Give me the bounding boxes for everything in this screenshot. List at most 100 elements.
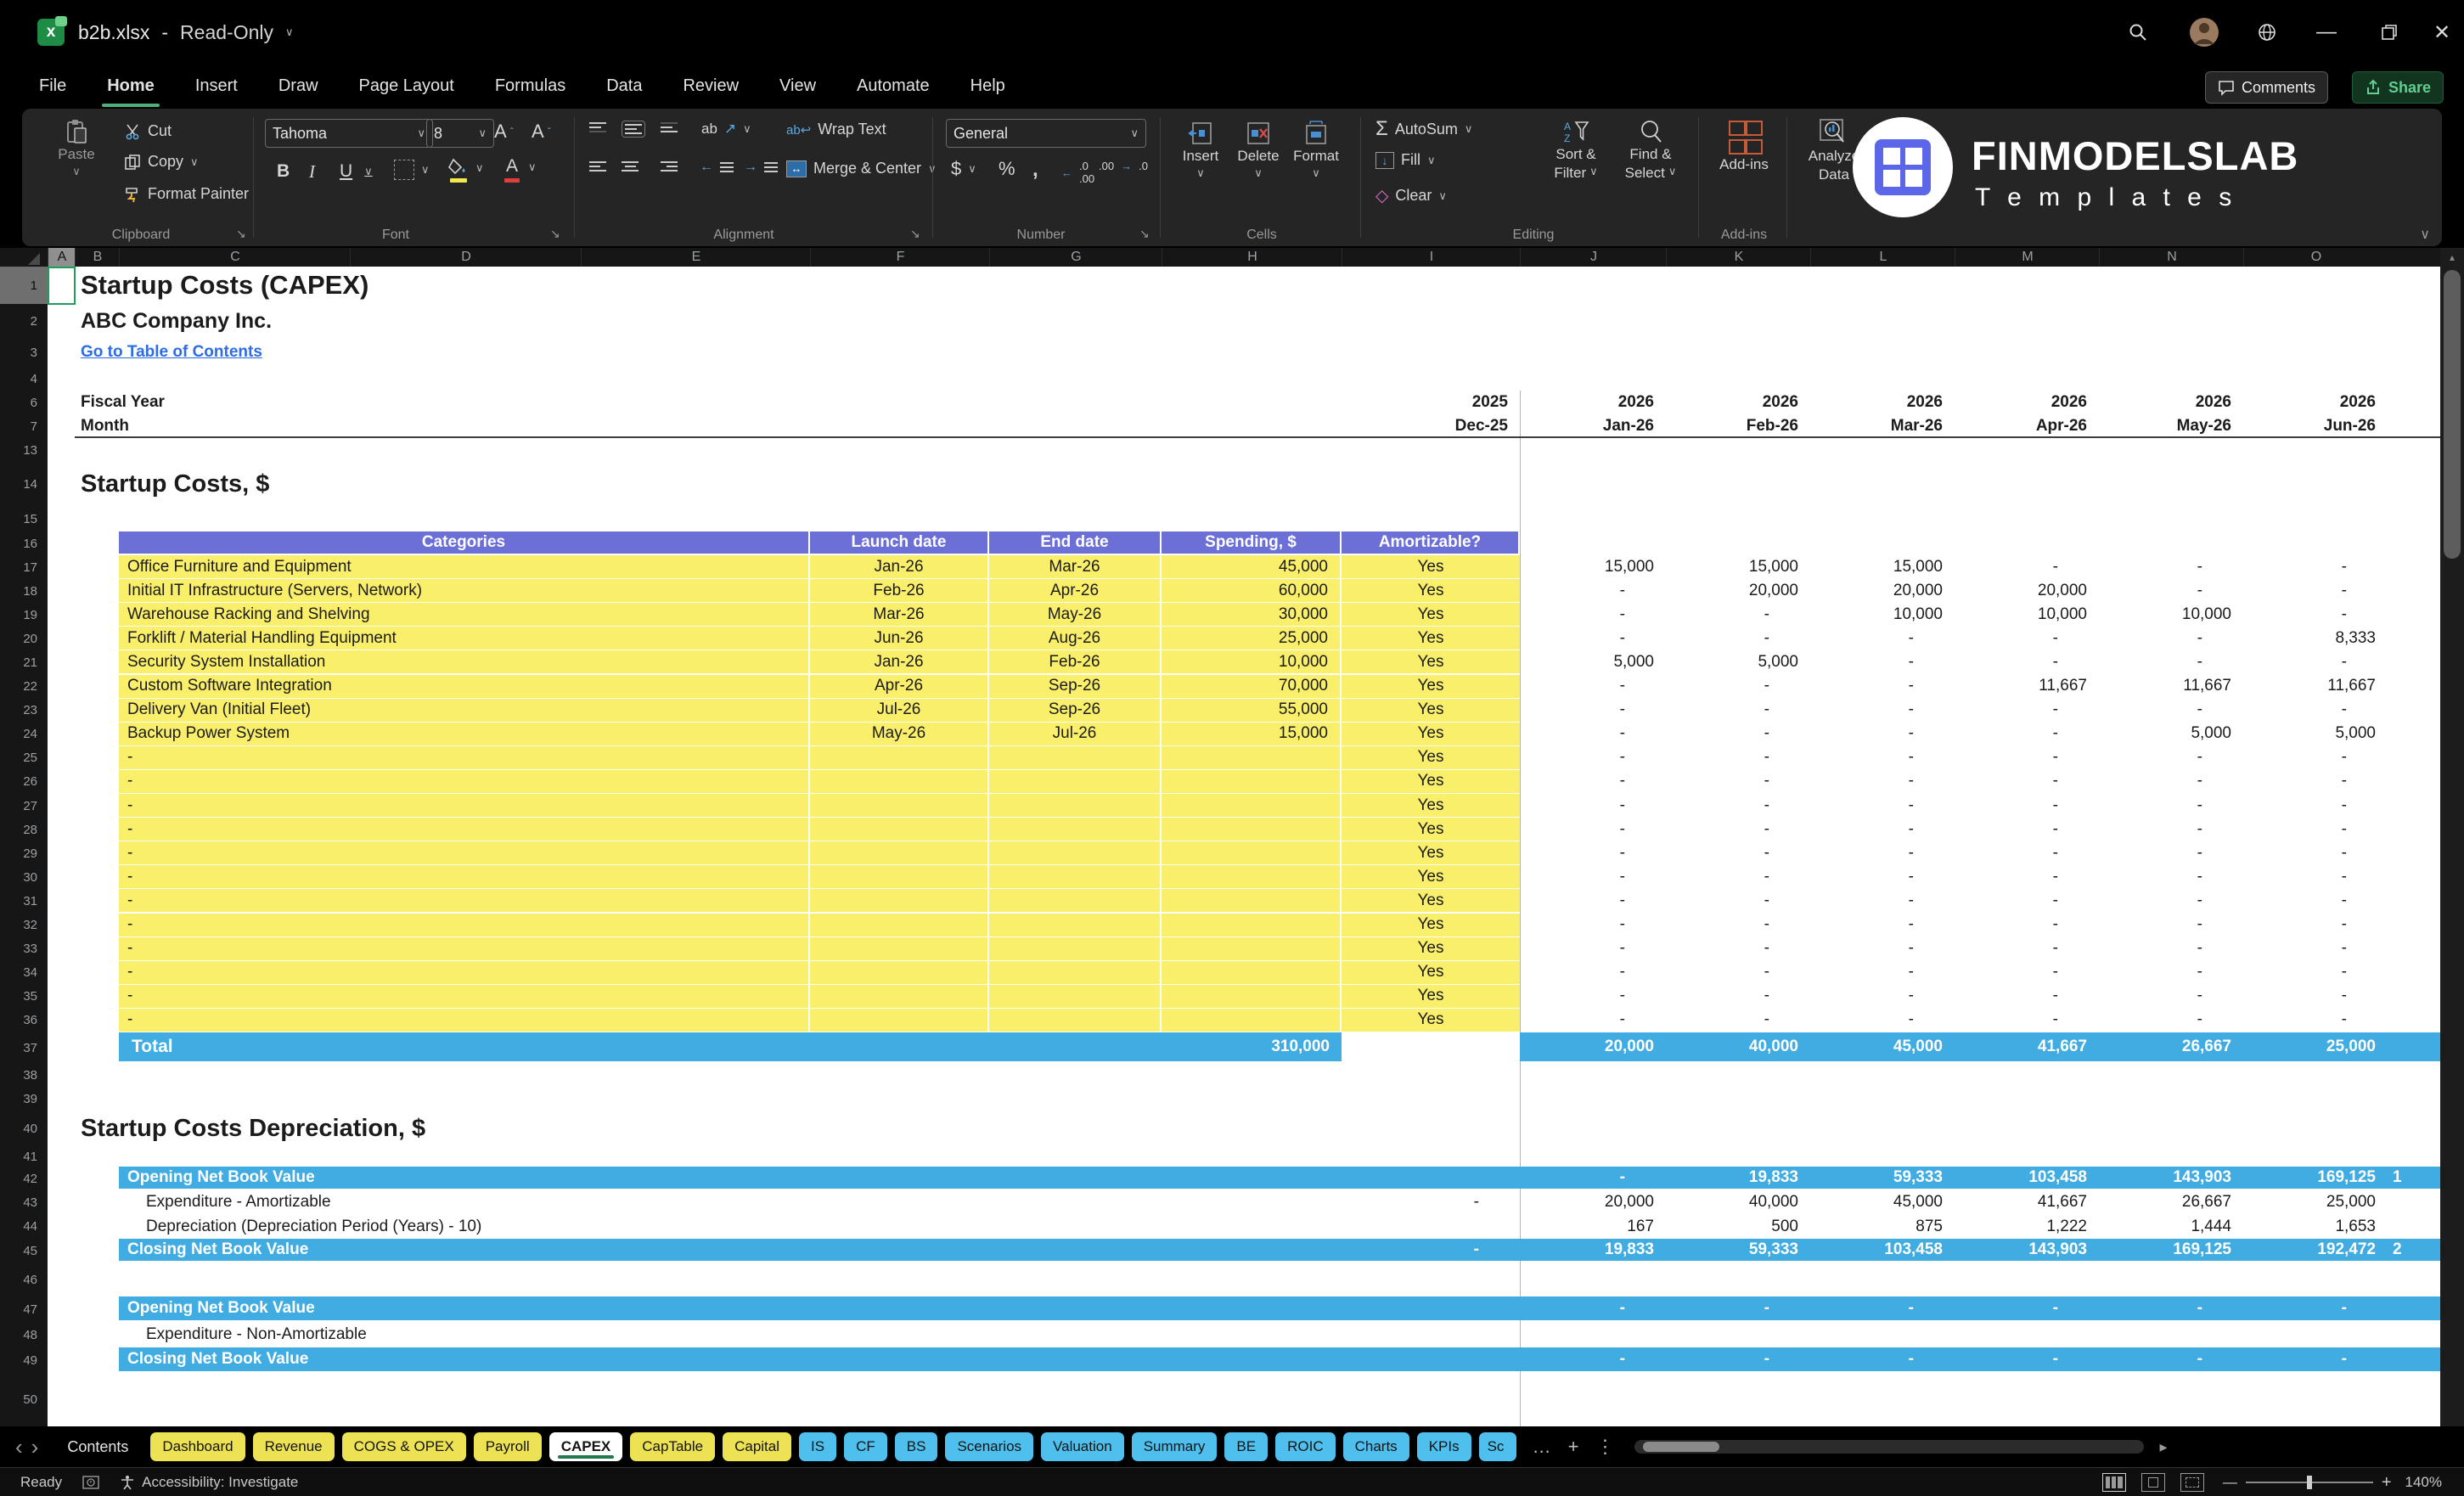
cell-end-date[interactable]: Sep-26 <box>989 698 1160 722</box>
horizontal-scroll-thumb[interactable] <box>1643 1442 1720 1452</box>
cell-monthly[interactable]: - <box>1520 603 1666 626</box>
cell-monthly[interactable]: - <box>1955 841 2099 864</box>
cell-amortizable[interactable]: Yes <box>1342 818 1520 841</box>
cell-monthly[interactable]: - <box>1810 841 1955 864</box>
expenditure-amortizable-label[interactable]: Expenditure - Amortizable <box>146 1190 825 1214</box>
sheet-options-icon[interactable]: ⋮ <box>1595 1436 1614 1458</box>
cell-monthly[interactable]: - <box>1666 794 1810 817</box>
cell-end-date[interactable]: Feb-26 <box>989 650 1160 674</box>
cell-amortizable[interactable]: Yes <box>1342 1008 1520 1032</box>
row-header-22[interactable]: 22 <box>0 675 48 699</box>
row-header-35[interactable]: 35 <box>0 985 48 1009</box>
menu-tab-data[interactable]: Data <box>605 73 644 99</box>
cell-monthly[interactable]: - <box>1666 937 1810 960</box>
cell-monthly[interactable]: 11,667 <box>2099 675 2243 698</box>
tabs-overflow-indicator[interactable]: … <box>1533 1436 1551 1458</box>
cell-launch-date[interactable] <box>810 745 987 769</box>
cell-monthly[interactable]: - <box>2243 650 2388 673</box>
cell-monthly[interactable]: - <box>1955 1009 2099 1032</box>
increase-indent-icon[interactable]: → <box>744 160 778 175</box>
column-header-L[interactable]: L <box>1810 248 1955 267</box>
spreadsheet-grid[interactable]: Startup Costs (CAPEX) ABC Company Inc. Go … <box>48 267 2440 1426</box>
cell-amortizable[interactable]: Yes <box>1342 984 1520 1008</box>
cell-monthly[interactable]: 11,667 <box>1955 675 2099 698</box>
merge-center-button[interactable]: ↔ Merge & Center∨ <box>786 160 937 177</box>
fill-color-button[interactable]: ∨ <box>448 158 484 183</box>
format-painter-button[interactable]: Format Painter <box>124 185 249 203</box>
cell-category[interactable]: Office Furniture and Equipment <box>119 555 808 579</box>
cell-monthly[interactable]: - <box>1520 699 1666 722</box>
row-header-43[interactable]: 43 <box>0 1190 48 1214</box>
cell-launch-date[interactable] <box>810 769 987 793</box>
cell-launch-date[interactable]: Jan-26 <box>810 555 987 579</box>
sheet-tab-cogs-opex[interactable]: COGS & OPEX <box>341 1432 466 1461</box>
cell-monthly[interactable]: - <box>1520 914 1666 936</box>
vertical-scrollbar[interactable]: ▴ <box>2440 248 2464 1426</box>
cell-end-date[interactable] <box>989 794 1160 818</box>
cell-launch-date[interactable]: May-26 <box>810 722 987 745</box>
cell-monthly[interactable]: - <box>2099 841 2243 864</box>
cell-monthly[interactable]: - <box>1810 1009 1955 1032</box>
cell-category[interactable]: - <box>119 794 808 818</box>
menu-tab-draw[interactable]: Draw <box>277 73 320 99</box>
cell-category[interactable]: Forklift / Material Handling Equipment <box>119 627 808 650</box>
cell-category[interactable]: - <box>119 769 808 793</box>
cell-end-date[interactable]: Mar-26 <box>989 555 1160 579</box>
cell-monthly[interactable]: - <box>2243 841 2388 864</box>
cell-monthly[interactable]: - <box>1666 603 1810 626</box>
row-header-39[interactable]: 39 <box>0 1087 48 1111</box>
cell-monthly[interactable]: - <box>1666 889 1810 912</box>
row-header-42[interactable]: 42 <box>0 1167 48 1190</box>
cell-end-date[interactable] <box>989 936 1160 960</box>
column-header-G[interactable]: G <box>989 248 1162 267</box>
cell-monthly[interactable]: - <box>1955 937 2099 960</box>
cell-monthly[interactable]: 11,667 <box>2243 675 2388 698</box>
cell-launch-date[interactable] <box>810 889 987 913</box>
cell-monthly[interactable]: - <box>2243 961 2388 984</box>
cell-launch-date[interactable] <box>810 936 987 960</box>
format-cells-button[interactable]: Format ∨ <box>1289 121 1343 180</box>
cell-monthly[interactable]: - <box>1955 723 2099 745</box>
sheet-tab-sc[interactable]: Sc <box>1478 1432 1516 1461</box>
cell-spending[interactable]: 55,000 <box>1162 698 1340 722</box>
cell-spending[interactable] <box>1162 1008 1340 1032</box>
cell-category[interactable]: - <box>119 745 808 769</box>
cell-monthly[interactable]: - <box>2099 627 2243 650</box>
cell-amortizable[interactable]: Yes <box>1342 650 1520 674</box>
cell-launch-date[interactable] <box>810 794 987 818</box>
sheet-tab-charts[interactable]: Charts <box>1342 1432 1409 1461</box>
wrap-text-button[interactable]: ab↩ Wrap Text <box>786 121 886 138</box>
zoom-slider-thumb[interactable] <box>2306 1476 2312 1489</box>
cell-monthly[interactable]: - <box>2099 1009 2243 1032</box>
row-header-6[interactable]: 6 <box>0 391 48 414</box>
cell-monthly[interactable]: - <box>1666 770 1810 793</box>
copy-button[interactable]: Copy ∨ <box>124 153 199 171</box>
row-header-2[interactable]: 2 <box>0 304 48 338</box>
page-layout-view-icon[interactable] <box>2141 1473 2165 1492</box>
row-header-28[interactable]: 28 <box>0 818 48 841</box>
cell-monthly[interactable]: - <box>2099 699 2243 722</box>
cell-monthly[interactable]: 15,000 <box>1666 555 1810 578</box>
borders-button[interactable]: ∨ <box>394 160 430 180</box>
row-header-7[interactable]: 7 <box>0 414 48 438</box>
cell-spending[interactable] <box>1162 745 1340 769</box>
clear-button[interactable]: ◇ Clear ∨ <box>1375 185 1447 206</box>
cell-launch-date[interactable] <box>810 841 987 865</box>
cell-monthly[interactable]: - <box>1520 865 1666 888</box>
cell-amortizable[interactable]: Yes <box>1342 698 1520 722</box>
row-header-47[interactable]: 47 <box>0 1296 48 1322</box>
cell-monthly[interactable]: - <box>2099 889 2243 912</box>
decrease-font-icon[interactable]: Aˇ <box>532 121 551 143</box>
cell-monthly[interactable]: - <box>2243 914 2388 936</box>
row-header-18[interactable]: 18 <box>0 579 48 603</box>
cell-monthly[interactable]: - <box>2099 818 2243 841</box>
column-header-M[interactable]: M <box>1955 248 2100 267</box>
cell-end-date[interactable]: Aug-26 <box>989 627 1160 650</box>
menu-tab-file[interactable]: File <box>37 73 68 99</box>
cell-spending[interactable] <box>1162 865 1340 889</box>
cell-spending[interactable]: 70,000 <box>1162 674 1340 698</box>
cell-monthly[interactable]: - <box>1666 746 1810 769</box>
cell-end-date[interactable]: Apr-26 <box>989 579 1160 603</box>
column-headers[interactable]: ABCDEFGHIJKLMNO <box>0 248 2440 267</box>
cell-amortizable[interactable]: Yes <box>1342 913 1520 936</box>
